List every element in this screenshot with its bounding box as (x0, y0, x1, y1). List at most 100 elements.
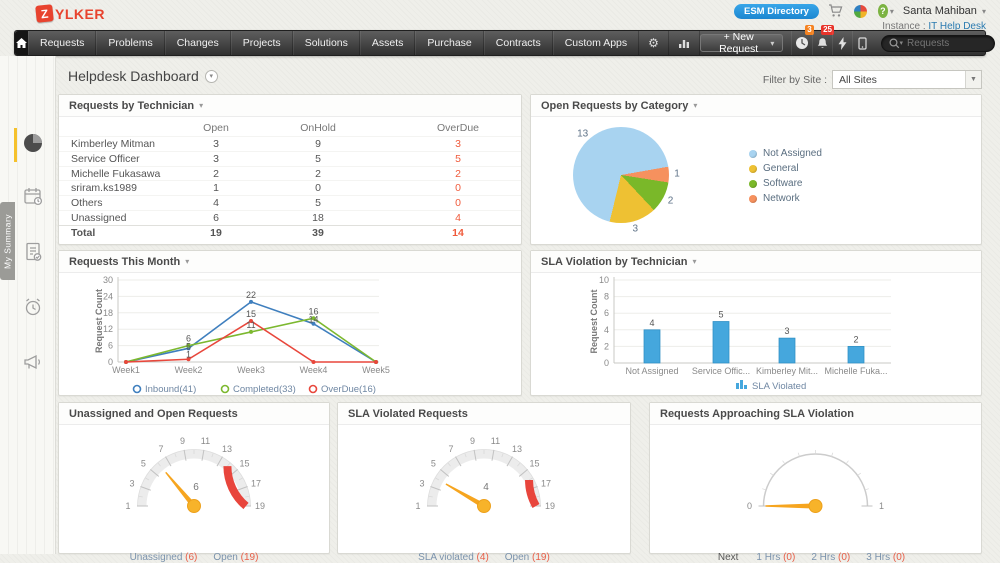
svg-text:11: 11 (246, 320, 255, 330)
pie-slice-value: 13 (577, 128, 589, 140)
cell-overdue: 2 (455, 167, 461, 180)
recent-items-clock-icon[interactable]: 3 (791, 25, 814, 55)
settings-gear-icon[interactable]: ⚙ (639, 31, 669, 55)
panel-title: Unassigned and Open Requests (69, 407, 238, 420)
nav-item-purchase[interactable]: Purchase (415, 31, 484, 55)
new-request-button[interactable]: + New Request ▾ (699, 31, 784, 55)
dashboard-switcher-icon[interactable]: ▾ (204, 69, 218, 83)
search-scope-caret-icon[interactable]: ▾ (900, 39, 904, 47)
help-icon[interactable]: ? ▾ (877, 3, 894, 19)
reports-chart-icon[interactable] (669, 31, 700, 55)
cell-onhold: 9 (315, 138, 321, 150)
svg-text:Completed(33): Completed(33) (233, 384, 296, 395)
quick-actions-bolt-icon[interactable] (831, 31, 852, 55)
svg-text:10: 10 (599, 275, 609, 285)
sla-violation-by-technician-panel: SLA Violation by Technician ▾ 0 2 4 6 8 10 Req… (530, 250, 982, 396)
legend-item-general[interactable]: General (749, 161, 822, 176)
user-menu[interactable]: Santa Mahiban ▾ (903, 5, 986, 17)
approaching-sla-gauge: 0 1 Next 1 Hrs (0) 2 Hrs (0) 3 Hrs (0) (650, 426, 981, 563)
nav-item-changes[interactable]: Changes (164, 31, 231, 55)
legend-item-network[interactable]: Network (749, 191, 822, 206)
home-tab[interactable] (15, 31, 28, 55)
panel-header[interactable]: Requests by Technician ▾ (59, 95, 521, 117)
nav-item-contracts[interactable]: Contracts (483, 31, 553, 55)
table-row[interactable]: Service Officer 3 5 5 (59, 150, 521, 166)
svg-text:1: 1 (415, 501, 420, 511)
legend-item-software[interactable]: Software (749, 176, 822, 191)
nav-item-solutions[interactable]: Solutions (292, 31, 360, 55)
svg-text:1: 1 (186, 350, 191, 360)
svg-text:8: 8 (604, 292, 609, 302)
global-search[interactable]: ▾ (880, 34, 996, 52)
table-row[interactable]: Michelle Fukasawa 2 2 2 (59, 165, 521, 181)
technician-name: Unassigned (71, 211, 127, 224)
search-icon (889, 37, 899, 48)
logo-z-mark: Z (35, 4, 54, 23)
svg-text:7: 7 (448, 444, 453, 454)
select-arrow-icon: ▼ (965, 71, 981, 88)
table-row[interactable]: Kimberley Mitman 3 9 3 (59, 136, 521, 151)
panel-title: SLA Violation by Technician (541, 255, 688, 268)
sidebar-tasks-document-icon[interactable] (20, 239, 46, 265)
nav-item-projects[interactable]: Projects (230, 31, 293, 55)
search-input[interactable] (907, 37, 988, 49)
svg-text:22: 22 (246, 290, 256, 300)
pie-graphic (573, 127, 669, 223)
legend-item-not-assigned[interactable]: Not Assigned (749, 146, 822, 161)
cell-onhold: 5 (315, 197, 321, 210)
gauge-svg: 13579 11131517194 (415, 436, 555, 513)
svg-text:13: 13 (512, 444, 522, 454)
active-indicator (14, 128, 17, 162)
panel-header[interactable]: SLA Violation by Technician ▾ (531, 251, 981, 273)
technician-name: Others (71, 197, 103, 210)
svg-text:6: 6 (193, 482, 199, 493)
nav-item-custom-apps[interactable]: Custom Apps (552, 31, 640, 55)
svg-text:4: 4 (604, 325, 609, 335)
my-summary-tab[interactable]: My Summary (0, 202, 15, 280)
cell-onhold: 18 (312, 211, 324, 224)
panel-header[interactable]: Requests This Month ▾ (59, 251, 521, 273)
svg-text:4: 4 (649, 318, 654, 328)
sidebar-announcements-megaphone-icon[interactable] (20, 349, 46, 375)
table-total-row[interactable]: Total 19 39 14 (59, 224, 521, 240)
svg-text:3: 3 (129, 478, 134, 488)
svg-text:11: 11 (491, 436, 500, 446)
sidebar-dashboard-pie-icon[interactable] (20, 130, 46, 156)
panel-caret-icon: ▾ (692, 257, 697, 266)
sidebar-reminder-alarm-icon[interactable] (20, 294, 46, 320)
cell-open: 19 (210, 226, 222, 239)
svg-text:5: 5 (431, 459, 436, 469)
table-row[interactable]: sriram.ks1989 1 0 0 (59, 180, 521, 195)
svg-text:3: 3 (419, 478, 424, 488)
svg-text:17: 17 (541, 478, 551, 488)
sidebar-scheduler-calendar-icon[interactable] (20, 184, 46, 210)
svg-text:Kimberley Mit...: Kimberley Mit... (756, 366, 818, 376)
legend-label: Software (763, 178, 803, 189)
mobile-kiosk-icon[interactable] (852, 31, 872, 55)
svg-text:SLA Violated: SLA Violated (752, 381, 806, 392)
svg-text:0: 0 (747, 501, 752, 511)
svg-text:Week4: Week4 (300, 365, 328, 375)
pie-legend: Not Assigned General Software Network (749, 146, 822, 206)
svg-text:12: 12 (103, 324, 113, 334)
table-row[interactable]: Unassigned 6 18 4 (59, 209, 521, 225)
nav-item-requests[interactable]: Requests (28, 31, 97, 55)
svg-text:0: 0 (604, 358, 609, 368)
apps-wheel-icon[interactable] (853, 3, 869, 19)
panel-header[interactable]: Open Requests by Category ▾ (531, 95, 981, 117)
requests-this-month-panel: Requests This Month ▾ 0 6 12 18 24 30 Request … (58, 250, 522, 396)
nav-item-problems[interactable]: Problems (96, 31, 165, 55)
cart-icon[interactable] (828, 3, 844, 19)
legend-swatch (749, 179, 757, 188)
notifications-bell-icon[interactable]: 25 (811, 25, 834, 55)
cell-overdue: 0 (455, 182, 461, 195)
esm-directory-button[interactable]: ESM Directory (733, 3, 819, 19)
legend-swatch (749, 194, 757, 203)
cell-open: 2 (213, 167, 219, 180)
table-row[interactable]: Others 4 5 0 (59, 195, 521, 210)
cell-onhold: 5 (315, 152, 321, 165)
site-filter-select[interactable]: All Sites ▼ (832, 70, 982, 89)
nav-item-assets[interactable]: Assets (359, 31, 416, 55)
svg-text:Inbound(41): Inbound(41) (145, 384, 196, 395)
gauge-svg: 13579 11131517196 (125, 436, 265, 513)
